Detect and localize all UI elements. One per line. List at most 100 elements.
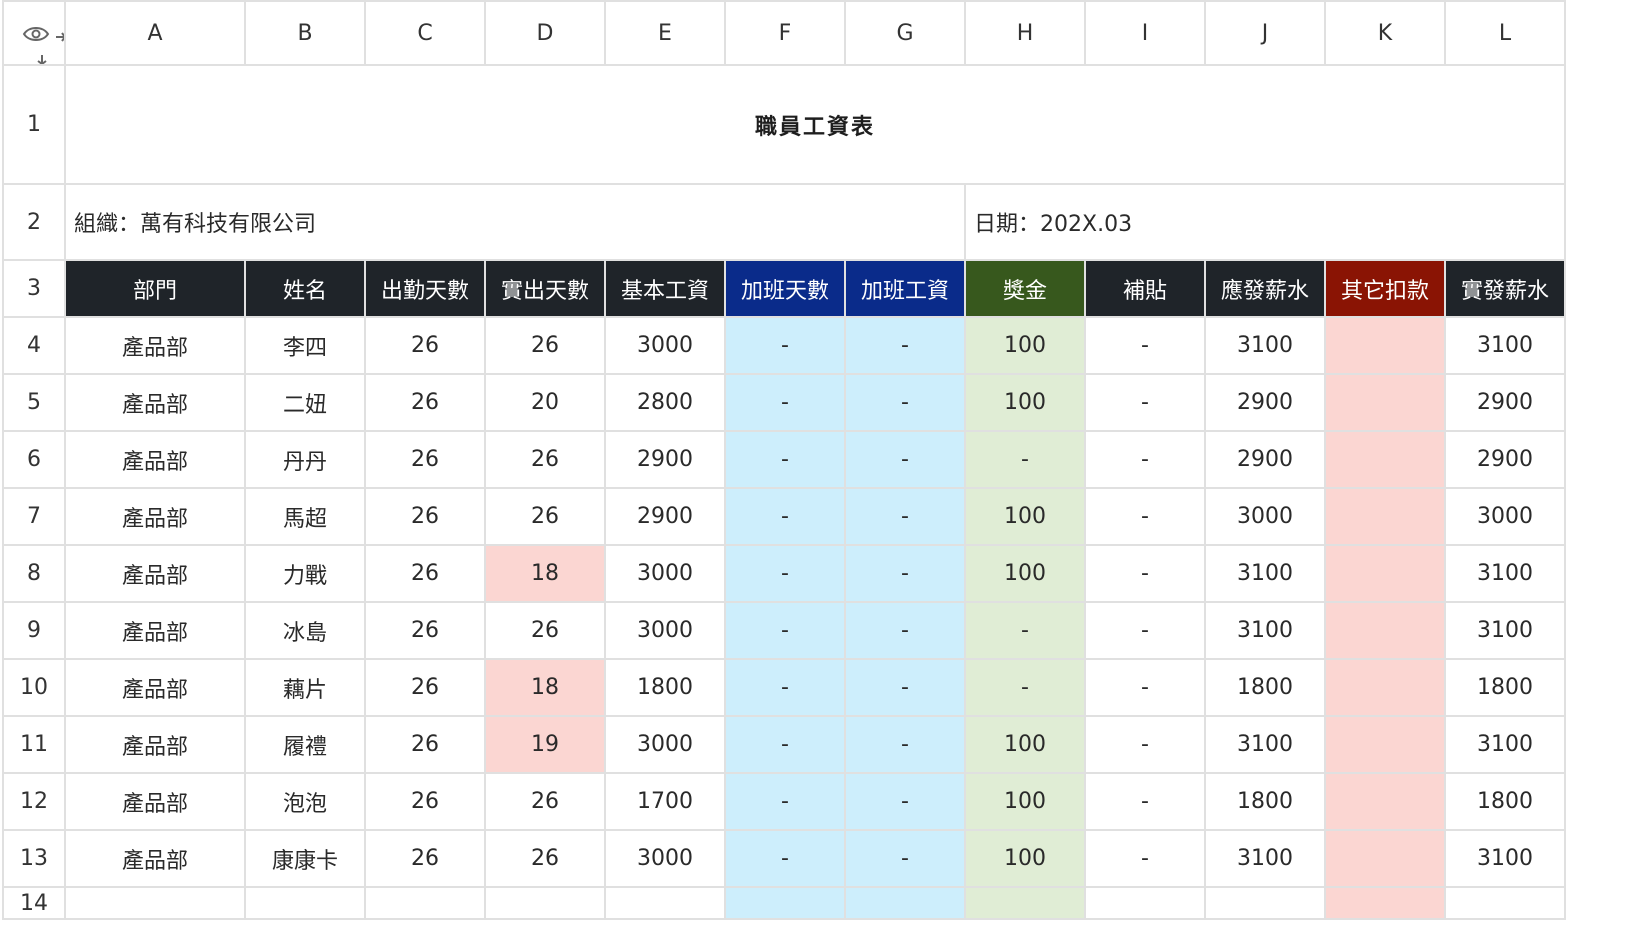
row-header[interactable]: 2 bbox=[2, 183, 66, 261]
base-salary-cell[interactable]: 1800 bbox=[604, 658, 726, 717]
department-cell[interactable]: 產品部 bbox=[64, 430, 246, 489]
overtime-days-cell[interactable]: - bbox=[724, 430, 846, 489]
overtime-pay-cell[interactable]: - bbox=[844, 487, 966, 546]
allowance-cell[interactable]: - bbox=[1084, 430, 1206, 489]
name-cell[interactable]: 二妞 bbox=[244, 373, 366, 432]
actual-days-cell[interactable]: 26 bbox=[484, 316, 606, 375]
column-header-a[interactable]: A bbox=[64, 0, 246, 66]
bonus-cell[interactable]: - bbox=[964, 430, 1086, 489]
column-header-f[interactable]: F bbox=[724, 0, 846, 66]
department-cell[interactable]: 產品部 bbox=[64, 658, 246, 717]
bonus-cell[interactable]: 100 bbox=[964, 487, 1086, 546]
department-cell[interactable]: 產品部 bbox=[64, 373, 246, 432]
header-overtime-pay[interactable]: 加班工資 bbox=[844, 259, 966, 318]
header-department[interactable]: 部門 bbox=[64, 259, 246, 318]
empty-cell[interactable] bbox=[1324, 886, 1446, 920]
allowance-cell[interactable]: - bbox=[1084, 715, 1206, 774]
column-header-g[interactable]: G bbox=[844, 0, 966, 66]
overtime-days-cell[interactable]: - bbox=[724, 715, 846, 774]
department-cell[interactable]: 產品部 bbox=[64, 772, 246, 831]
header-actual-days[interactable]: 實出天數 bbox=[484, 259, 606, 318]
column-header-i[interactable]: I bbox=[1084, 0, 1206, 66]
gross-pay-cell[interactable]: 3100 bbox=[1204, 715, 1326, 774]
header-overtime-days[interactable]: 加班天數 bbox=[724, 259, 846, 318]
actual-days-cell[interactable]: 18 bbox=[484, 658, 606, 717]
name-cell[interactable]: 李四 bbox=[244, 316, 366, 375]
actual-days-cell[interactable]: 26 bbox=[484, 772, 606, 831]
empty-cell[interactable] bbox=[1204, 886, 1326, 920]
overtime-pay-cell[interactable]: - bbox=[844, 544, 966, 603]
column-header-b[interactable]: B bbox=[244, 0, 366, 66]
allowance-cell[interactable]: - bbox=[1084, 658, 1206, 717]
empty-cell[interactable] bbox=[724, 886, 846, 920]
row-header[interactable]: 9 bbox=[2, 601, 66, 660]
column-header-l[interactable]: L bbox=[1444, 0, 1566, 66]
name-cell[interactable]: 冰島 bbox=[244, 601, 366, 660]
empty-cell[interactable] bbox=[1084, 886, 1206, 920]
row-header[interactable]: 5 bbox=[2, 373, 66, 432]
empty-cell[interactable] bbox=[964, 886, 1086, 920]
overtime-pay-cell[interactable]: - bbox=[844, 430, 966, 489]
overtime-days-cell[interactable]: - bbox=[724, 373, 846, 432]
net-pay-cell[interactable]: 3100 bbox=[1444, 829, 1566, 888]
name-cell[interactable]: 康康卡 bbox=[244, 829, 366, 888]
actual-days-cell[interactable]: 26 bbox=[484, 430, 606, 489]
net-pay-cell[interactable]: 2900 bbox=[1444, 373, 1566, 432]
column-header-h[interactable]: H bbox=[964, 0, 1086, 66]
sheet-title[interactable]: 職員工資表 bbox=[64, 64, 1566, 185]
net-pay-cell[interactable]: 2900 bbox=[1444, 430, 1566, 489]
eye-icon[interactable] bbox=[22, 24, 50, 50]
overtime-days-cell[interactable]: - bbox=[724, 829, 846, 888]
attendance-days-cell[interactable]: 26 bbox=[364, 544, 486, 603]
net-pay-cell[interactable]: 3000 bbox=[1444, 487, 1566, 546]
overtime-pay-cell[interactable]: - bbox=[844, 715, 966, 774]
header-name[interactable]: 姓名 bbox=[244, 259, 366, 318]
base-salary-cell[interactable]: 2800 bbox=[604, 373, 726, 432]
net-pay-cell[interactable]: 1800 bbox=[1444, 658, 1566, 717]
overtime-pay-cell[interactable]: - bbox=[844, 658, 966, 717]
other-deductions-cell[interactable] bbox=[1324, 544, 1446, 603]
overtime-days-cell[interactable]: - bbox=[724, 658, 846, 717]
other-deductions-cell[interactable] bbox=[1324, 373, 1446, 432]
empty-cell[interactable] bbox=[844, 886, 966, 920]
attendance-days-cell[interactable]: 26 bbox=[364, 829, 486, 888]
row-header[interactable]: 14 bbox=[2, 886, 66, 920]
empty-cell[interactable] bbox=[64, 886, 246, 920]
other-deductions-cell[interactable] bbox=[1324, 829, 1446, 888]
department-cell[interactable]: 產品部 bbox=[64, 829, 246, 888]
attendance-days-cell[interactable]: 26 bbox=[364, 772, 486, 831]
empty-cell[interactable] bbox=[604, 886, 726, 920]
header-gross-pay[interactable]: 應發薪水 bbox=[1204, 259, 1326, 318]
row-header[interactable]: 8 bbox=[2, 544, 66, 603]
other-deductions-cell[interactable] bbox=[1324, 316, 1446, 375]
header-allowance[interactable]: 補貼 bbox=[1084, 259, 1206, 318]
bonus-cell[interactable]: 100 bbox=[964, 715, 1086, 774]
organization-cell[interactable]: 組織：萬有科技有限公司 bbox=[64, 183, 966, 261]
base-salary-cell[interactable]: 3000 bbox=[604, 601, 726, 660]
gross-pay-cell[interactable]: 3000 bbox=[1204, 487, 1326, 546]
base-salary-cell[interactable]: 2900 bbox=[604, 487, 726, 546]
row-header[interactable]: 12 bbox=[2, 772, 66, 831]
name-cell[interactable]: 丹丹 bbox=[244, 430, 366, 489]
actual-days-cell[interactable]: 26 bbox=[484, 487, 606, 546]
row-header[interactable]: 11 bbox=[2, 715, 66, 774]
overtime-pay-cell[interactable]: - bbox=[844, 772, 966, 831]
header-net-pay[interactable]: 實發薪水 bbox=[1444, 259, 1566, 318]
allowance-cell[interactable]: - bbox=[1084, 601, 1206, 660]
base-salary-cell[interactable]: 3000 bbox=[604, 829, 726, 888]
allowance-cell[interactable]: - bbox=[1084, 316, 1206, 375]
column-header-c[interactable]: C bbox=[364, 0, 486, 66]
other-deductions-cell[interactable] bbox=[1324, 487, 1446, 546]
gross-pay-cell[interactable]: 3100 bbox=[1204, 316, 1326, 375]
base-salary-cell[interactable]: 3000 bbox=[604, 715, 726, 774]
actual-days-cell[interactable]: 20 bbox=[484, 373, 606, 432]
gross-pay-cell[interactable]: 3100 bbox=[1204, 601, 1326, 660]
net-pay-cell[interactable]: 3100 bbox=[1444, 715, 1566, 774]
attendance-days-cell[interactable]: 26 bbox=[364, 316, 486, 375]
allowance-cell[interactable]: - bbox=[1084, 772, 1206, 831]
name-cell[interactable]: 力戰 bbox=[244, 544, 366, 603]
base-salary-cell[interactable]: 3000 bbox=[604, 316, 726, 375]
other-deductions-cell[interactable] bbox=[1324, 658, 1446, 717]
other-deductions-cell[interactable] bbox=[1324, 772, 1446, 831]
gross-pay-cell[interactable]: 2900 bbox=[1204, 430, 1326, 489]
